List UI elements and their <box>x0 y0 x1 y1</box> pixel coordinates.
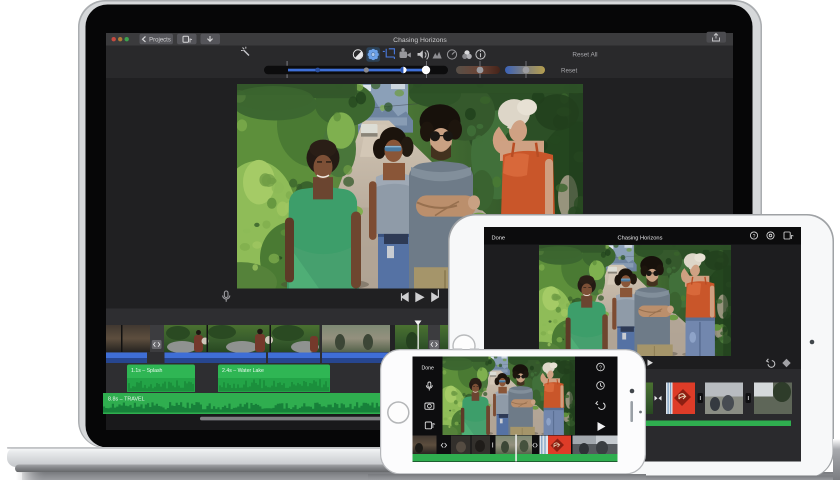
svg-text:?: ? <box>753 234 756 240</box>
svg-text:Done: Done <box>422 366 435 372</box>
svg-text:Projects: Projects <box>149 38 171 44</box>
svg-text:Done: Done <box>492 235 506 241</box>
svg-text:Chasing Horizons: Chasing Horizons <box>393 37 447 44</box>
svg-text:?: ? <box>599 365 602 371</box>
svg-text:Chasing Horizons: Chasing Horizons <box>618 235 663 241</box>
svg-text:8.8s – TRAVEL: 8.8s – TRAVEL <box>108 397 145 403</box>
svg-text:1.1s – Splash: 1.1s – Splash <box>131 368 163 374</box>
svg-text:Reset: Reset <box>561 68 577 75</box>
svg-text:Reset All: Reset All <box>572 52 597 59</box>
svg-text:2.4s – Water Lake: 2.4s – Water Lake <box>222 368 264 374</box>
